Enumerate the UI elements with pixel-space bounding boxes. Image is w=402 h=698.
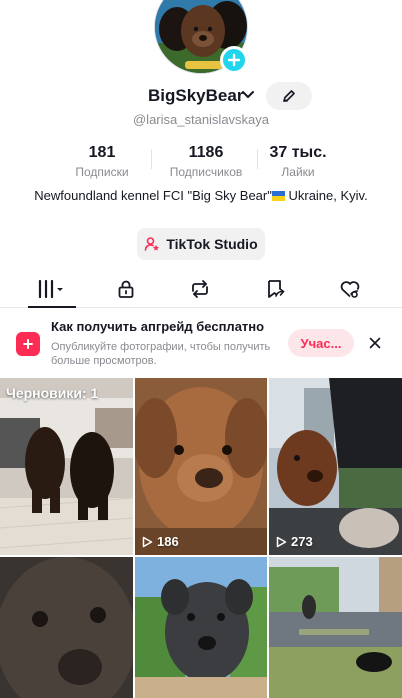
view-count-text: 186 <box>157 534 179 549</box>
tab-favorites[interactable] <box>246 270 306 307</box>
video-tile[interactable]: 186 <box>135 378 267 555</box>
profile-stats: 181 Подписки 1186 Подписчиков 37 тыс. Ла… <box>0 144 402 180</box>
favorites-icon <box>268 279 285 298</box>
followers-count: 1186 <box>188 144 224 161</box>
play-icon <box>142 536 153 547</box>
video-tile[interactable] <box>135 557 267 698</box>
puppy-closeup-thumbnail <box>135 378 267 555</box>
promo-participate-button[interactable]: Учас... <box>288 329 354 357</box>
bio-text: Newfoundland kennel FCI "Big Sky Bear" <box>34 188 272 203</box>
user-handle: @larisa_stanislavskaya <box>132 112 270 127</box>
likes-label: Лайки <box>281 165 315 179</box>
following-stat[interactable]: 181 Подписки <box>62 144 142 179</box>
followers-stat[interactable]: 1186 Подписчиков <box>156 144 256 179</box>
likes-count: 37 тыс. <box>269 144 327 161</box>
video-view-count: 273 <box>275 534 313 549</box>
profile-avatar-container <box>154 0 248 74</box>
videos-grid-icon <box>38 279 63 298</box>
chevron-down-icon[interactable] <box>241 90 255 100</box>
video-tile[interactable] <box>0 557 133 698</box>
close-icon <box>369 337 381 349</box>
bio-location: Ukraine, Kyiv. <box>284 188 368 203</box>
drafts-tile[interactable]: Черновики: 1 <box>0 378 133 555</box>
stat-divider <box>151 149 152 169</box>
dark-puppy-closeup-thumbnail <box>0 557 133 698</box>
video-tile[interactable]: 273 <box>269 378 402 555</box>
tab-videos[interactable] <box>22 270 82 308</box>
promo-title: Как получить апгрейд бесплатно <box>51 319 265 334</box>
studio-person-star-icon <box>145 237 160 251</box>
puppy-outdoors-thumbnail <box>135 557 267 698</box>
upgrade-promo-banner: Как получить апгрейд бесплатно Опубликуй… <box>0 312 402 374</box>
profile-tabs <box>0 270 402 308</box>
promo-subtitle: Опубликуйте фотографии, чтобы получить б… <box>51 341 271 367</box>
following-label: Подписки <box>75 165 129 179</box>
active-tab-indicator <box>28 306 76 308</box>
video-tile[interactable] <box>269 557 402 698</box>
video-view-count: 186 <box>141 534 179 549</box>
tab-private[interactable] <box>96 270 156 307</box>
plus-icon <box>227 53 241 67</box>
following-count: 181 <box>88 144 116 161</box>
promo-close-button[interactable] <box>366 334 384 352</box>
tab-liked[interactable] <box>320 270 380 307</box>
camera-plus-icon <box>16 332 40 356</box>
username[interactable]: BigSkyBear <box>148 86 243 106</box>
likes-stat[interactable]: 37 тыс. Лайки <box>258 144 338 179</box>
edit-profile-button[interactable] <box>266 82 312 110</box>
dog-training-thumbnail <box>269 557 402 698</box>
repost-icon <box>192 279 208 298</box>
tiktok-studio-button[interactable]: TikTok Studio <box>137 228 265 260</box>
video-grid: Черновики: 1 186 273 <box>0 378 402 698</box>
puppy-in-car-thumbnail <box>269 378 402 555</box>
drafts-label: Черновики: 1 <box>6 385 99 401</box>
username-row: BigSkyBear <box>0 82 402 110</box>
view-count-text: 273 <box>291 534 313 549</box>
profile-bio: Newfoundland kennel FCI "Big Sky Bear" U… <box>30 187 372 204</box>
followers-label: Подписчиков <box>169 165 243 179</box>
play-icon <box>276 536 287 547</box>
ukraine-flag-icon <box>271 191 285 201</box>
drafts-thumbnail <box>0 378 133 555</box>
tab-reposts[interactable] <box>170 270 230 307</box>
tiktok-studio-label: TikTok Studio <box>166 236 258 252</box>
add-avatar-button[interactable] <box>220 46 248 74</box>
lock-icon <box>118 280 134 298</box>
pencil-icon <box>283 90 295 102</box>
liked-heart-icon <box>340 280 360 298</box>
